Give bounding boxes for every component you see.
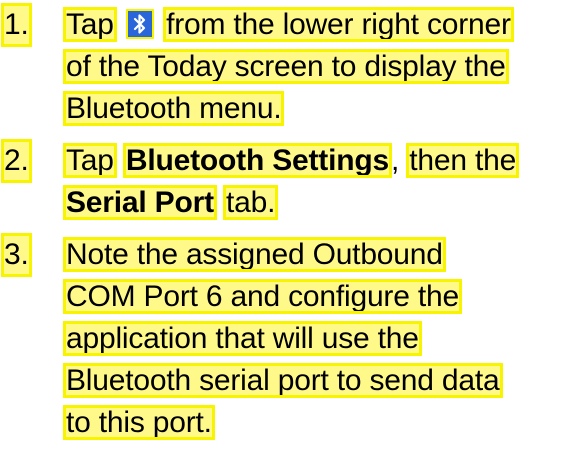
step-line: Bluetooth serial port to send data: [63, 360, 566, 402]
step-2: 2. Tap Bluetooth Settings, then the Seri…: [0, 139, 566, 224]
step-line: Bluetooth menu.: [62, 88, 566, 130]
step-text: tab.: [222, 185, 279, 220]
instruction-page: 1. Tap from the lower right corner of th…: [0, 0, 566, 470]
ui-term-serial-port: Serial Port: [63, 185, 217, 220]
step-line: Tap Bluetooth Settings, then the: [63, 140, 566, 182]
step-text: Note the assigned Outbound: [63, 237, 446, 272]
step-number: 3.: [1, 233, 32, 277]
step-text: Bluetooth serial port to send data: [63, 363, 503, 398]
step-line: application that will use the: [63, 318, 566, 360]
step-text: Tap: [63, 143, 117, 178]
step-list: 1. Tap from the lower right corner of th…: [0, 3, 566, 444]
step-line: COM Port 6 and configure the: [63, 276, 566, 318]
step-line: to this port.: [63, 402, 566, 444]
step-number: 2.: [1, 139, 32, 183]
step-text: from the lower right corner: [163, 7, 514, 42]
step-text: then the: [406, 143, 520, 178]
step-text: to this port.: [63, 405, 215, 440]
ui-term-bluetooth-settings: Bluetooth Settings: [122, 143, 392, 178]
step-text: application that will use the: [63, 321, 422, 356]
step-line: Note the assigned Outbound: [63, 234, 566, 276]
step-3: 3. Note the assigned Outbound COM Port 6…: [0, 233, 566, 444]
step-1: 1. Tap from the lower right corner of th…: [0, 3, 566, 130]
step-text: COM Port 6 and configure the: [63, 279, 462, 314]
step-text: ,: [390, 144, 400, 177]
step-text: Tap: [63, 7, 117, 42]
step-text: Bluetooth menu.: [62, 91, 285, 126]
bluetooth-icon: [125, 9, 154, 39]
step-line: Serial Port tab.: [63, 182, 566, 224]
step-text: of the Today screen to display the: [63, 49, 509, 84]
step-line: of the Today screen to display the: [63, 46, 566, 88]
step-line: Tap from the lower right corner: [63, 4, 566, 46]
step-number: 1.: [1, 3, 32, 47]
